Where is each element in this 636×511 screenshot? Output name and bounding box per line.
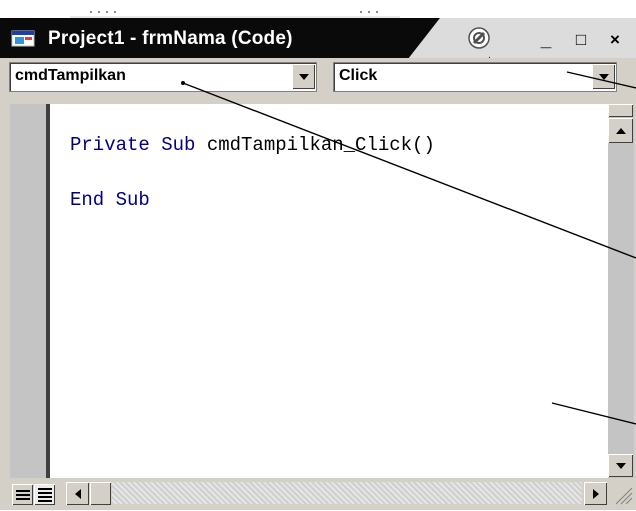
margin-indicator-bar[interactable] [10, 104, 50, 478]
arrow-left-icon [75, 489, 81, 499]
procedure-name: cmdTampilkan_Click() [206, 134, 435, 156]
keyword-private-sub: Private Sub [70, 134, 196, 156]
arrow-up-icon [616, 128, 626, 134]
vb-form-icon[interactable] [10, 28, 38, 48]
scroll-right-button[interactable] [584, 482, 607, 505]
vertical-scrollbar[interactable] [608, 104, 634, 478]
scroll-up-button[interactable] [608, 118, 633, 143]
procedure-view-icon[interactable] [12, 484, 33, 505]
code-line-end-sub[interactable]: End Sub [70, 189, 150, 211]
minimize-button[interactable]: _ [534, 30, 558, 52]
window-title: Project1 - frmNama (Code) [48, 28, 293, 49]
object-dropdown-arrow-button[interactable] [292, 64, 315, 89]
object-dropdown[interactable]: cmdTampilkan [9, 62, 317, 92]
scroll-left-button[interactable] [66, 482, 89, 505]
maximize-button[interactable]: □ [569, 30, 593, 50]
background-window-edge [70, 7, 400, 18]
procedure-dropdown-value: Click [339, 67, 378, 84]
arrow-down-icon [616, 463, 626, 469]
procedure-dropdown-arrow-button[interactable] [592, 64, 615, 89]
object-dropdown-value: cmdTampilkan [15, 67, 126, 84]
scroll-down-button[interactable] [608, 454, 633, 477]
close-button[interactable]: × [603, 30, 627, 50]
horizontal-scroll-thumb[interactable] [90, 482, 111, 505]
horizontal-scroll-track[interactable] [112, 482, 582, 504]
full-module-view-icon[interactable] [34, 484, 55, 505]
chevron-down-icon [599, 74, 609, 80]
code-line-sub-declaration[interactable]: Private Sub cmdTampilkan_Click() [70, 134, 435, 156]
settings-badge-icon[interactable] [466, 25, 492, 51]
code-editor[interactable] [50, 104, 608, 478]
procedure-dropdown[interactable]: Click [333, 62, 617, 92]
vertical-scroll-split-handle[interactable] [608, 104, 633, 117]
chevron-down-icon [299, 74, 309, 80]
resize-grip[interactable] [610, 482, 634, 506]
keyword-end-sub: End Sub [70, 189, 150, 211]
arrow-right-icon [593, 489, 599, 499]
